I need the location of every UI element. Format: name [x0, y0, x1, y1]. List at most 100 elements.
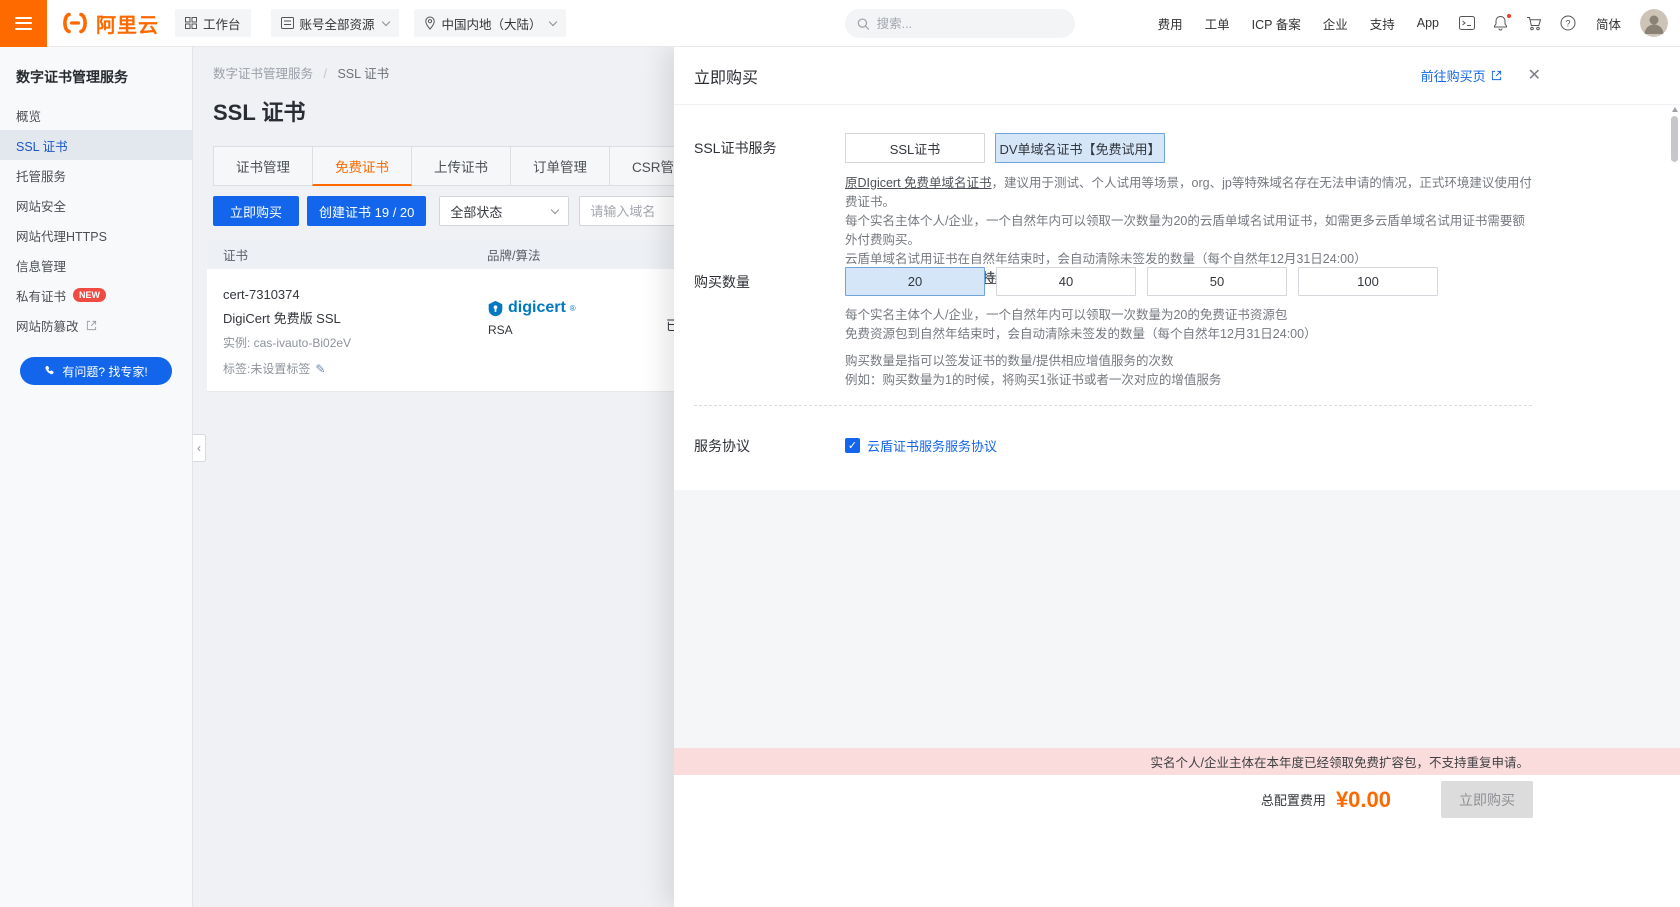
quantity-option-100[interactable]: 100 — [1298, 267, 1438, 296]
workbench-button[interactable]: 工作台 — [175, 9, 251, 37]
cert-instance: 实例: cas-ivauto-Bi02eV — [223, 334, 487, 351]
quantity-option-50[interactable]: 50 — [1147, 267, 1287, 296]
region-dropdown[interactable]: 中国内地（大陆） — [414, 9, 566, 37]
cart-button[interactable] — [1517, 0, 1551, 47]
tab-free-cert[interactable]: 免费证书 — [312, 146, 412, 186]
close-icon[interactable]: ✕ — [1528, 68, 1541, 84]
section-divider — [694, 405, 1532, 406]
buy-drawer: 立即购买 前往购买页 ✕ SSL证书服务 SSL证书 DV单域名证书【免费试用】… — [674, 47, 1680, 907]
edit-tag-icon[interactable]: ✎ — [315, 362, 325, 376]
status-filter-select[interactable]: 全部状态 — [439, 196, 569, 226]
aliyun-logo[interactable]: 阿里云 — [58, 9, 159, 38]
check-icon: ✓ — [848, 439, 857, 452]
agreement-checkbox[interactable]: ✓ — [845, 438, 860, 453]
option-dv-free-trial[interactable]: DV单域名证书【免费试用】 — [995, 133, 1165, 163]
quantity-row: 购买数量 20 40 50 100 每个实名主体个人/企业，一个自然年内可以领取… — [694, 267, 1532, 390]
ask-expert-label: 有问题? 找专家! — [62, 363, 147, 380]
sidebar-item-site-security[interactable]: 网站安全 — [0, 190, 192, 220]
account-resources-dropdown[interactable]: 账号全部资源 — [271, 9, 399, 37]
agreement-label: 服务协议 — [694, 436, 845, 456]
avatar-icon — [1640, 9, 1668, 37]
topnav-icp[interactable]: ICP 备案 — [1241, 14, 1312, 33]
breadcrumb-separator: / — [324, 67, 327, 81]
cloudshell-terminal-button[interactable] — [1450, 0, 1484, 47]
table-header-brand: 品牌/算法 — [487, 245, 666, 264]
table-header-cert: 证书 — [223, 245, 487, 264]
quantity-label: 购买数量 — [694, 267, 845, 390]
breadcrumb-current: SSL 证书 — [337, 67, 389, 81]
service-type-row: SSL证书服务 SSL证书 DV单域名证书【免费试用】 原DIgicert 免费… — [694, 133, 1532, 288]
service-type-label: SSL证书服务 — [694, 133, 845, 288]
global-search — [845, 9, 1075, 38]
topnav-billing[interactable]: 费用 — [1147, 14, 1194, 33]
terminal-icon — [1459, 16, 1475, 30]
sidebar-title: 数字证书管理服务 — [0, 47, 192, 100]
cert-algorithm: RSA — [488, 323, 666, 337]
workbench-label: 工作台 — [203, 14, 241, 33]
topbar: 阿里云 工作台 账号全部资源 中国内地（大陆） — [0, 0, 1680, 47]
notification-dot — [1506, 13, 1512, 19]
quantity-options: 20 40 50 100 — [845, 267, 1532, 296]
ask-expert-button[interactable]: 有问题? 找专家! — [20, 357, 172, 385]
topnav-support[interactable]: 支持 — [1359, 14, 1406, 33]
cert-tag: 标签:未设置标签 ✎ — [223, 360, 487, 377]
scrollbar-thumb[interactable] — [1671, 116, 1678, 162]
buy-now-button[interactable]: 立即购买 — [213, 196, 299, 226]
drawer-footer: 总配置费用 ¥0.00 立即购买 — [674, 775, 1680, 907]
language-toggle[interactable]: 简体 — [1585, 14, 1632, 33]
digicert-free-cert-link[interactable]: 原DIgicert 免费单域名证书 — [845, 176, 992, 190]
external-link-icon — [86, 320, 97, 331]
help-button[interactable]: ? — [1551, 0, 1585, 47]
scrollbar-up-arrow[interactable] — [1672, 107, 1678, 112]
drawer-title: 立即购买 — [694, 64, 758, 88]
topnav-enterprise[interactable]: 企业 — [1312, 14, 1359, 33]
topnav: 费用 工单 ICP 备案 企业 支持 App — [1147, 0, 1680, 47]
sidebar-item-info-management[interactable]: 信息管理 — [0, 250, 192, 280]
aliyun-logo-text: 阿里云 — [96, 9, 159, 38]
sidebar-collapse-handle[interactable]: ‹ — [193, 434, 206, 462]
status-filter-value: 全部状态 — [450, 202, 502, 221]
cert-name: DigiCert 免费版 SSL — [223, 308, 487, 327]
total-fee-value: ¥0.00 — [1336, 787, 1391, 813]
agreement-row: 服务协议 ✓ 云盾证书服务服务协议 — [694, 436, 1532, 456]
breadcrumb-root[interactable]: 数字证书管理服务 — [213, 67, 313, 81]
user-avatar[interactable] — [1640, 9, 1668, 37]
topnav-app[interactable]: App — [1406, 16, 1450, 30]
quantity-notes: 每个实名主体个人/企业，一个自然年内可以领取一次数量为20的免费证书资源包 免费… — [845, 306, 1532, 390]
sidebar: 数字证书管理服务 概览 SSL 证书 托管服务 网站安全 网站代理HTTPS 信… — [0, 47, 193, 907]
option-ssl-cert[interactable]: SSL证书 — [845, 133, 985, 163]
total-fee-label: 总配置费用 — [1261, 790, 1326, 809]
drawer-scrollbar — [1671, 107, 1678, 903]
quantity-option-20[interactable]: 20 — [845, 267, 985, 296]
sidebar-item-managed-service[interactable]: 托管服务 — [0, 160, 192, 190]
agreement-link[interactable]: 云盾证书服务服务协议 — [867, 436, 997, 455]
location-pin-icon — [424, 16, 436, 30]
sidebar-item-anti-tamper[interactable]: 网站防篡改 — [0, 310, 192, 340]
help-icon: ? — [1560, 15, 1576, 31]
account-resources-label: 账号全部资源 — [300, 14, 375, 33]
tab-upload-cert[interactable]: 上传证书 — [411, 146, 511, 186]
goto-purchase-page-link[interactable]: 前往购买页 — [1421, 66, 1502, 85]
brand-name: digicert — [508, 299, 566, 317]
search-icon — [857, 17, 870, 31]
quantity-option-40[interactable]: 40 — [996, 267, 1136, 296]
topnav-tickets[interactable]: 工单 — [1194, 14, 1241, 33]
chevron-down-icon — [381, 17, 389, 25]
chevron-down-icon — [548, 17, 556, 25]
drawer-buy-button[interactable]: 立即购买 — [1441, 781, 1533, 818]
cart-icon — [1526, 16, 1542, 31]
tab-order-management[interactable]: 订单管理 — [510, 146, 610, 186]
external-link-icon — [1491, 70, 1502, 81]
sidebar-item-private-cert[interactable]: 私有证书 NEW — [0, 280, 192, 310]
sidebar-item-overview[interactable]: 概览 — [0, 100, 192, 130]
svg-text:?: ? — [1565, 18, 1570, 28]
create-cert-button[interactable]: 创建证书 19 / 20 — [307, 196, 426, 226]
cert-id: cert-7310374 — [223, 287, 487, 302]
search-input[interactable] — [877, 17, 1063, 31]
notifications-button[interactable] — [1484, 0, 1517, 47]
sidebar-item-https-proxy[interactable]: 网站代理HTTPS — [0, 220, 192, 250]
hamburger-icon — [15, 17, 32, 19]
tab-cert-management[interactable]: 证书管理 — [213, 146, 313, 186]
sidebar-item-ssl-cert[interactable]: SSL 证书 — [0, 130, 192, 160]
hamburger-menu-button[interactable] — [0, 0, 47, 47]
